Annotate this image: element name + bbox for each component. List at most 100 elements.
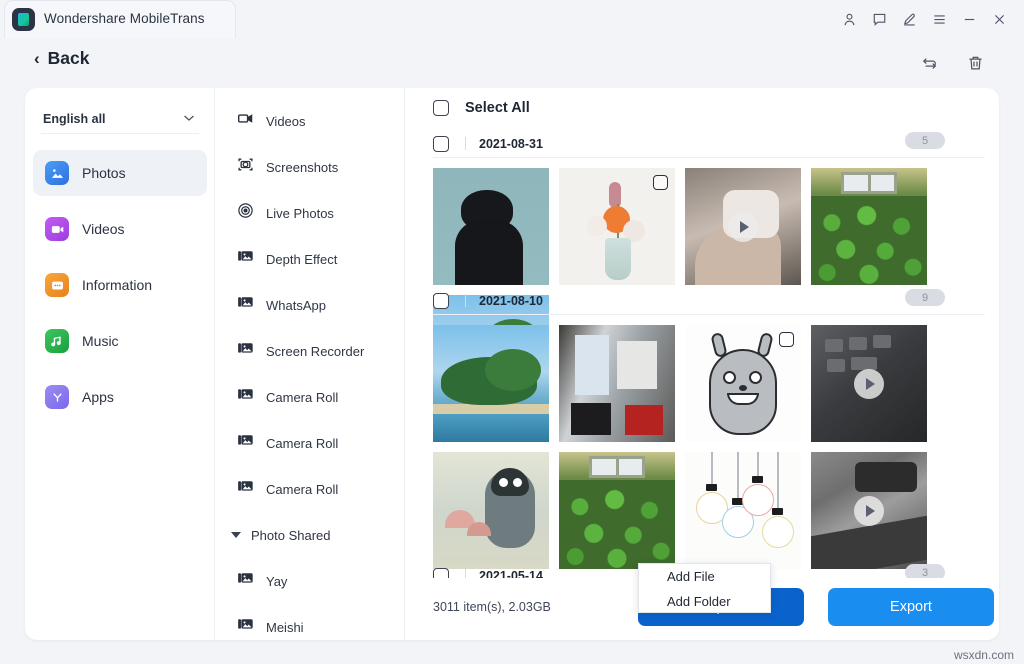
photo-stack-icon: [237, 616, 254, 638]
sidebar-item-music[interactable]: Music: [33, 318, 207, 364]
sidebar-item-photos[interactable]: Photos: [33, 150, 207, 196]
sidebar-item-label: Music: [82, 333, 119, 349]
album-item-yay[interactable]: Yay: [215, 558, 404, 604]
close-icon[interactable]: [984, 6, 1014, 32]
account-icon[interactable]: [834, 6, 864, 32]
minimize-icon[interactable]: [954, 6, 984, 32]
video-earbuds-case[interactable]: [685, 168, 801, 285]
album-item-camera-roll-1[interactable]: Camera Roll: [215, 374, 404, 420]
sidebar-item-apps[interactable]: Apps: [33, 374, 207, 420]
video-camera-icon: [237, 110, 254, 132]
play-icon[interactable]: [854, 369, 884, 399]
chevron-down-icon: [183, 113, 195, 125]
sidebar-item-label: Videos: [82, 221, 125, 237]
app-window: Wondershare MobileTrans: [0, 0, 1024, 664]
sidebar-item-label: Apps: [82, 389, 114, 405]
group-count-badge: 9: [905, 289, 945, 306]
edit-pencil-icon[interactable]: [894, 6, 924, 32]
caret-down-icon: [231, 532, 241, 538]
album-item-label: Depth Effect: [266, 252, 337, 267]
photo-person-teal[interactable]: [433, 168, 549, 285]
album-list: Videos Screenshots Live: [215, 88, 405, 640]
group-checkbox[interactable]: [433, 136, 449, 152]
play-icon[interactable]: [728, 212, 758, 242]
back-label: Back: [48, 48, 90, 69]
title-bar: Wondershare MobileTrans: [0, 0, 1024, 38]
select-all-checkbox[interactable]: [433, 100, 449, 116]
sidebar-item-information[interactable]: Information: [33, 262, 207, 308]
album-group-photo-shared[interactable]: Photo Shared: [215, 512, 404, 558]
photo-stack-icon: [237, 478, 254, 500]
group-header[interactable]: 2021-08-10 9: [433, 287, 985, 315]
sidebar-item-videos[interactable]: Videos: [33, 206, 207, 252]
photo-green-plants[interactable]: [811, 168, 927, 285]
album-item-depth-effect[interactable]: Depth Effect: [215, 236, 404, 282]
photo-stack-icon: [237, 340, 254, 362]
album-item-screen-recorder[interactable]: Screen Recorder: [215, 328, 404, 374]
back-chevron-icon: ‹: [34, 50, 40, 67]
album-item-meishi[interactable]: Meishi: [215, 604, 404, 640]
menu-icon[interactable]: [924, 6, 954, 32]
photo-infographic-circles[interactable]: [685, 452, 801, 569]
thumbnail-checkbox[interactable]: [653, 175, 668, 190]
group-count-badge: 5: [905, 132, 945, 149]
album-item-label: Camera Roll: [266, 390, 338, 405]
music-icon: [45, 329, 69, 353]
sidebar-item-label: Photos: [82, 165, 126, 181]
trash-icon[interactable]: [964, 52, 986, 74]
album-item-camera-roll-3[interactable]: Camera Roll: [215, 466, 404, 512]
photo-totoro-watercolor[interactable]: [433, 452, 549, 569]
language-selector[interactable]: English all: [41, 104, 199, 134]
sidebar-nav: Photos Videos: [33, 150, 207, 430]
feedback-icon[interactable]: [864, 6, 894, 32]
live-photo-icon: [237, 202, 254, 224]
play-icon[interactable]: [854, 496, 884, 526]
photo-stack-icon: [237, 432, 254, 454]
menu-item-add-file[interactable]: Add File: [639, 564, 770, 589]
photo-green-plants[interactable]: [559, 452, 675, 569]
photo-palm-beach[interactable]: [433, 325, 549, 442]
photo-stack-icon: [237, 570, 254, 592]
main-card: English all Photos: [25, 88, 999, 640]
language-selector-value: English all: [43, 112, 106, 126]
photos-icon: [45, 161, 69, 185]
group-date: 2021-08-10: [479, 294, 543, 308]
album-item-live-photos[interactable]: Live Photos: [215, 190, 404, 236]
sync-icon[interactable]: [918, 52, 940, 74]
item-count-label: 3011 item(s), 2.03GB: [433, 600, 551, 614]
photo-office-shelf[interactable]: [559, 325, 675, 442]
video-keyboard-dark[interactable]: [811, 325, 927, 442]
sidebar-item-label: Information: [82, 277, 152, 293]
album-item-videos[interactable]: Videos: [215, 98, 404, 144]
import-context-menu: Add File Add Folder: [638, 563, 771, 613]
menu-item-add-folder[interactable]: Add Folder: [639, 589, 770, 614]
photo-stack-icon: [237, 386, 254, 408]
group-checkbox[interactable]: [433, 293, 449, 309]
album-item-label: Screen Recorder: [266, 344, 364, 359]
divider: [465, 294, 466, 307]
select-all-label: Select All: [465, 100, 530, 116]
album-item-whatsapp[interactable]: WhatsApp: [215, 282, 404, 328]
back-button[interactable]: ‹ Back: [34, 48, 90, 69]
app-title: Wondershare MobileTrans: [44, 11, 205, 26]
export-button[interactable]: Export: [828, 588, 994, 626]
mobiletrans-logo-icon: [12, 8, 35, 31]
album-item-screenshots[interactable]: Screenshots: [215, 144, 404, 190]
window-controls: [834, 6, 1014, 32]
sidebar: English all Photos: [25, 88, 215, 640]
photo-totoro-sketch[interactable]: [685, 325, 801, 442]
videos-icon: [45, 217, 69, 241]
photo-browser: Select All 2021-08-31 5: [405, 88, 999, 640]
photo-flowers-vase[interactable]: [559, 168, 675, 285]
watermark: wsxdn.com: [954, 648, 1014, 662]
group-header[interactable]: 2021-08-31 5: [433, 130, 985, 158]
divider: [465, 137, 466, 150]
album-group-label: Photo Shared: [251, 528, 331, 543]
album-item-camera-roll-2[interactable]: Camera Roll: [215, 420, 404, 466]
album-item-label: Yay: [266, 574, 287, 589]
thumbnail-checkbox[interactable]: [779, 332, 794, 347]
select-all-row[interactable]: Select All: [433, 100, 530, 116]
album-item-label: WhatsApp: [266, 298, 326, 313]
video-dark-object[interactable]: [811, 452, 927, 569]
album-item-label: Screenshots: [266, 160, 338, 175]
